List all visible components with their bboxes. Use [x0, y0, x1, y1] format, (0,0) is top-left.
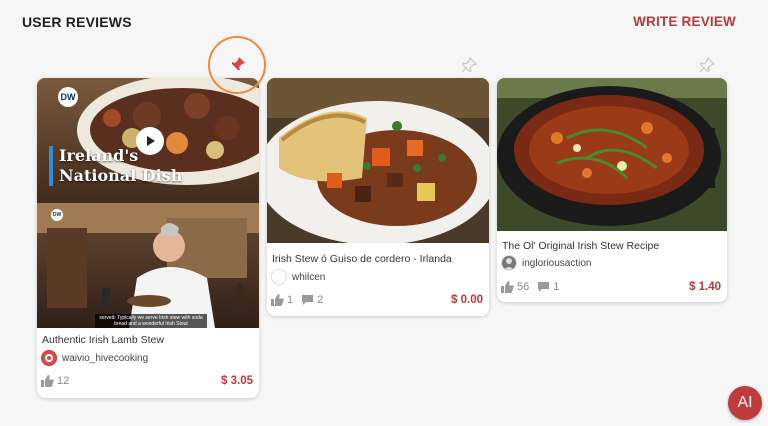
dw-logo-small-icon: DW: [51, 209, 63, 221]
avatar: [271, 269, 287, 285]
card-stats: 1 2: [271, 294, 331, 306]
like-button[interactable]: 12: [41, 375, 69, 387]
avatar-icon: [45, 354, 53, 362]
stew-plate-image: [267, 78, 489, 243]
video-subtitle: served: Typically we serve Irish stew wi…: [95, 314, 207, 328]
thumbs-up-icon: [41, 375, 54, 387]
dw-logo-icon: DW: [58, 87, 78, 107]
video-title-line1: Ireland's: [59, 146, 139, 165]
card-author[interactable]: ingloriousaction: [501, 255, 592, 271]
write-review-link[interactable]: WRITE REVIEW: [633, 14, 736, 29]
card-image[interactable]: [497, 78, 727, 231]
card-price: $ 3.05: [221, 375, 253, 387]
comment-button[interactable]: 1: [537, 281, 559, 293]
pin-outline-icon: [461, 56, 478, 73]
avatar: [501, 255, 517, 271]
video-thumbnail-image: [37, 78, 259, 328]
like-button[interactable]: 56: [501, 281, 529, 293]
card-title[interactable]: Irish Stew ó Guiso de cordero - Irlanda: [272, 253, 452, 265]
comment-icon: [538, 282, 550, 292]
pin-icon: [231, 57, 245, 71]
card-stats: 12: [41, 375, 77, 387]
card-title[interactable]: The Ol' Original Irish Stew Recipe: [502, 240, 659, 252]
card-stats: 56 1: [501, 281, 567, 293]
comment-button[interactable]: 2: [301, 294, 323, 306]
card-price: $ 1.40: [689, 281, 721, 293]
card-image[interactable]: [267, 78, 489, 243]
author-name: whilcen: [292, 271, 326, 283]
author-name: waivio_hivecooking: [62, 352, 149, 364]
avatar-icon: [504, 258, 514, 270]
video-thumbnail[interactable]: DW DW Ireland's National Dish served: Ty…: [37, 78, 259, 328]
thumbs-up-icon: [271, 294, 284, 306]
comment-count: 2: [317, 294, 324, 306]
like-count: 1: [287, 294, 294, 306]
video-title-overlay: Ireland's National Dish: [49, 146, 182, 186]
like-count: 12: [57, 375, 70, 387]
review-card[interactable]: Irish Stew ó Guiso de cordero - Irlanda …: [267, 78, 489, 316]
card-author[interactable]: whilcen: [271, 269, 325, 285]
pin-button[interactable]: [461, 56, 478, 78]
video-title-line2: National Dish: [59, 166, 183, 185]
card-author[interactable]: waivio_hivecooking: [41, 350, 148, 366]
stew-pot-image: [497, 78, 727, 231]
pin-button[interactable]: [699, 56, 716, 78]
review-card[interactable]: DW DW Ireland's National Dish served: Ty…: [37, 78, 259, 398]
ai-assistant-button[interactable]: AI: [728, 386, 762, 420]
like-count: 56: [517, 281, 530, 293]
card-title[interactable]: Authentic Irish Lamb Stew: [42, 334, 164, 346]
review-card[interactable]: The Ol' Original Irish Stew Recipe inglo…: [497, 78, 727, 302]
comment-icon: [302, 295, 314, 305]
thumbs-up-icon: [501, 281, 514, 293]
pin-button-active[interactable]: [230, 56, 246, 77]
pin-outline-icon: [699, 56, 716, 73]
comment-count: 1: [553, 281, 560, 293]
like-button[interactable]: 1: [271, 294, 293, 306]
avatar: [41, 350, 57, 366]
author-name: ingloriousaction: [522, 257, 592, 269]
section-title: USER REVIEWS: [22, 14, 132, 30]
card-price: $ 0.00: [451, 294, 483, 306]
